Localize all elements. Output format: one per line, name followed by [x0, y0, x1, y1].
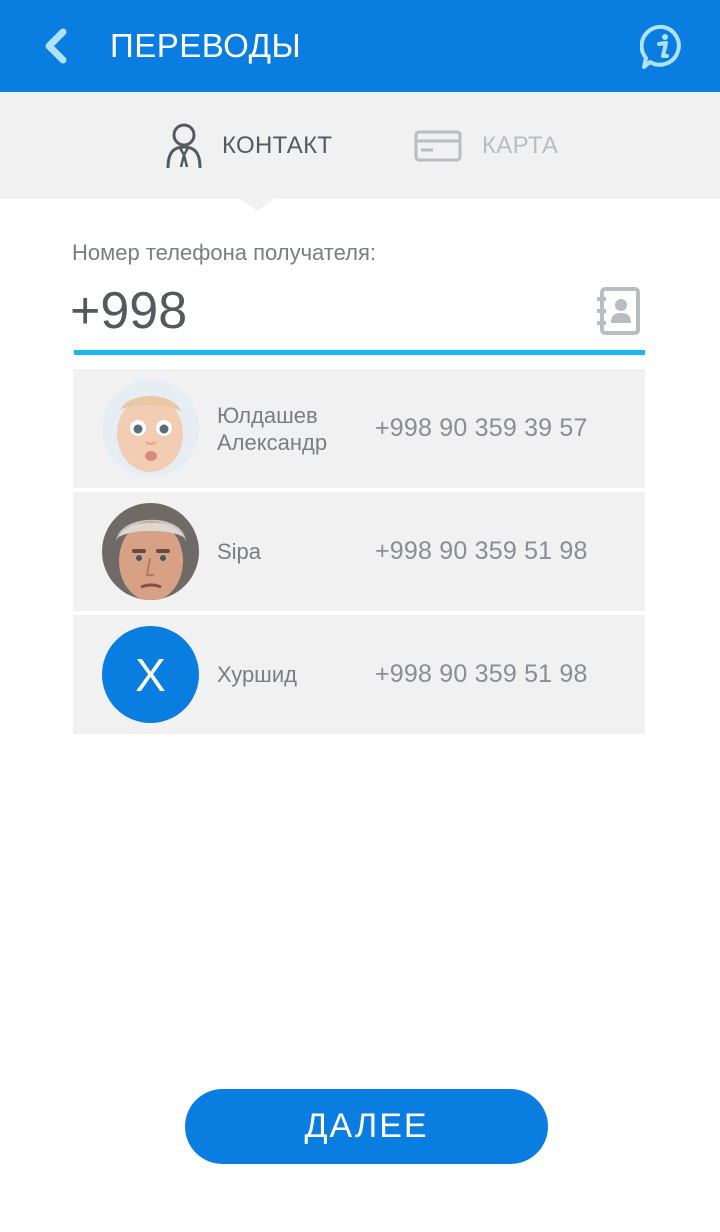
contact-name: Хуршид: [217, 662, 297, 687]
avatar: [102, 503, 199, 600]
contacts-book-button[interactable]: [594, 286, 642, 336]
card-icon: [414, 130, 462, 161]
contact-list: Юлдашев Александр +998 90 359 39 57 Sipa…: [73, 369, 645, 738]
info-icon: [640, 24, 681, 69]
phone-input[interactable]: [70, 278, 580, 344]
page-title: ПЕРЕВОДЫ: [110, 27, 302, 64]
app-header: ПЕРЕВОДЫ: [0, 0, 720, 92]
transfer-type-tabs: КОНТАКТ КАРТА: [0, 92, 720, 199]
active-tab-pointer: [240, 199, 274, 211]
contacts-book-icon: [597, 287, 640, 335]
contact-phone: +998 90 359 39 57: [375, 414, 588, 442]
contact-row[interactable]: Х Хуршид +998 90 359 51 98: [73, 615, 645, 734]
person-icon: [166, 123, 202, 168]
contact-name: Юлдашев Александр: [217, 402, 328, 455]
contact-row[interactable]: Sipa +998 90 359 51 98: [73, 492, 645, 611]
next-button[interactable]: ДАЛЕЕ: [185, 1089, 548, 1164]
chevron-left-icon: [45, 28, 67, 64]
contact-phone: +998 90 359 51 98: [375, 660, 588, 688]
phone-field-label: Номер телефона получателя:: [72, 240, 376, 265]
phone-input-underline: [74, 350, 645, 355]
contact-phone: +998 90 359 51 98: [375, 537, 588, 565]
avatar: Х: [102, 626, 199, 723]
contact-name: Sipa: [217, 539, 262, 564]
avatar: [102, 380, 199, 477]
info-button[interactable]: [636, 20, 690, 74]
tab-contact[interactable]: КОНТАКТ: [160, 92, 332, 199]
contact-row[interactable]: Юлдашев Александр +998 90 359 39 57: [73, 369, 645, 488]
tab-card-label: КАРТА: [482, 131, 559, 159]
back-button[interactable]: [30, 20, 82, 72]
tab-contact-label: КОНТАКТ: [222, 131, 333, 159]
tab-card[interactable]: КАРТА: [414, 92, 558, 199]
